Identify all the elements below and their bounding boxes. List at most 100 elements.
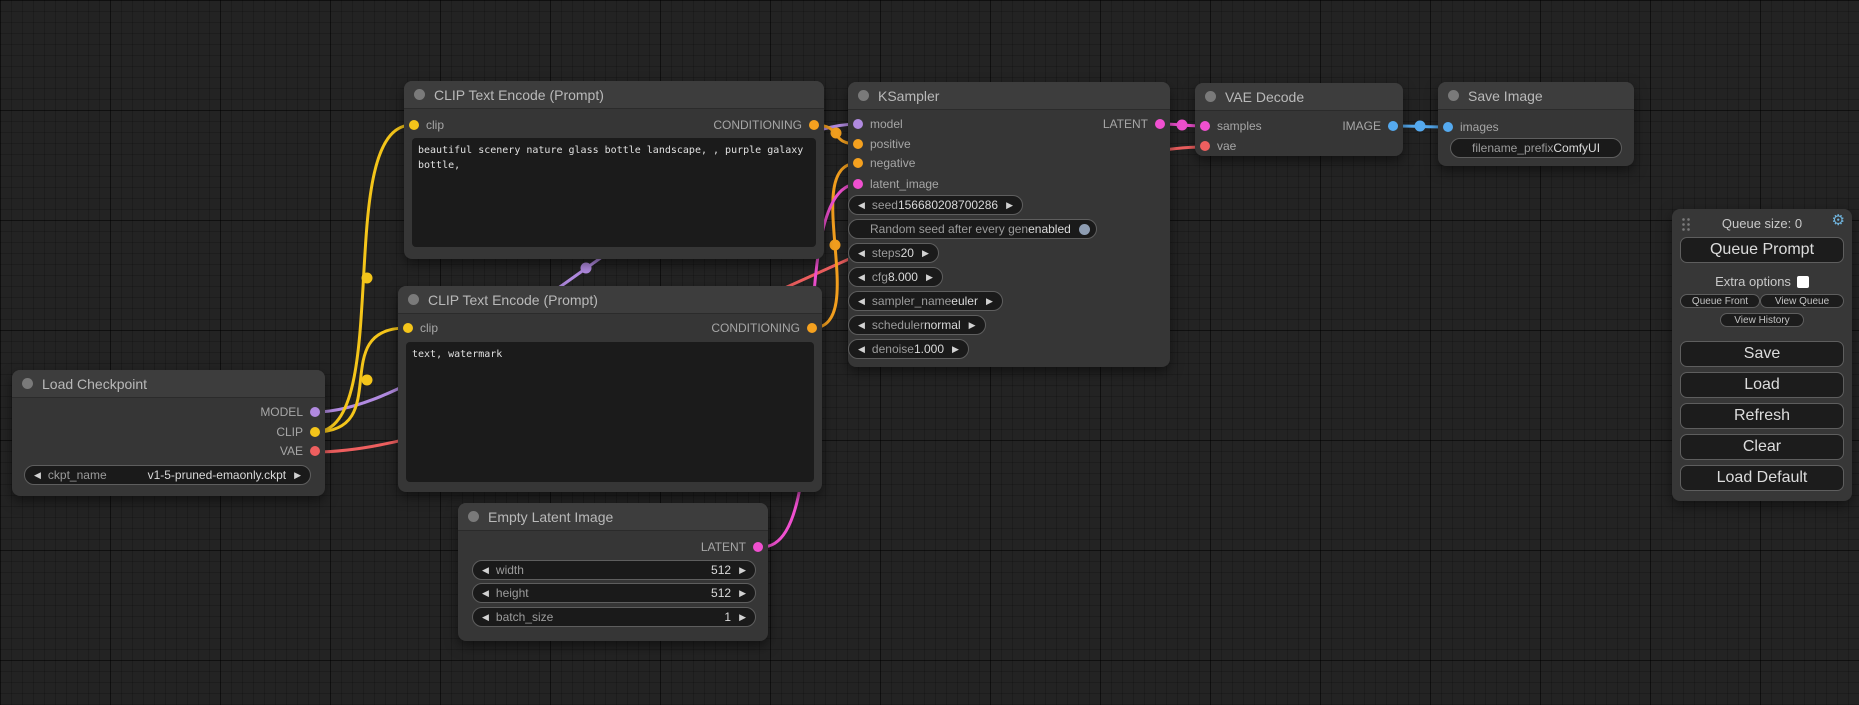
increment-arrow-icon[interactable]: ▶ (739, 613, 746, 622)
refresh-button[interactable]: Refresh (1680, 403, 1844, 429)
clip-port-icon[interactable] (409, 120, 419, 130)
increment-arrow-icon[interactable]: ▶ (739, 589, 746, 598)
node-ksampler[interactable]: KSampler model positive negative latent_… (848, 82, 1170, 367)
load-default-button[interactable]: Load Default (1680, 465, 1844, 491)
queue-front-button[interactable]: Queue Front (1680, 294, 1760, 308)
output-slot-clip[interactable]: CLIP (276, 424, 320, 440)
collapse-dot-icon[interactable] (408, 294, 419, 305)
cfg-stepper[interactable]: ◀ cfg 8.000 ▶ (848, 267, 943, 287)
conditioning-port-icon[interactable] (853, 158, 863, 168)
conditioning-port-icon[interactable] (807, 323, 817, 333)
decrement-arrow-icon[interactable]: ◀ (858, 273, 865, 282)
conditioning-port-icon[interactable] (853, 139, 863, 149)
extra-options-checkbox[interactable] (1797, 276, 1809, 288)
increment-arrow-icon[interactable]: ▶ (922, 249, 929, 258)
node-title-bar[interactable]: Empty Latent Image (458, 503, 768, 531)
view-history-button[interactable]: View History (1720, 313, 1804, 327)
latent-port-icon[interactable] (753, 542, 763, 552)
node-title-bar[interactable]: CLIP Text Encode (Prompt) (404, 81, 824, 109)
output-slot-image[interactable]: IMAGE (1342, 118, 1398, 134)
collapse-dot-icon[interactable] (1448, 90, 1459, 101)
increment-arrow-icon[interactable]: ▶ (1006, 201, 1013, 210)
node-clip-text-encode-positive[interactable]: CLIP Text Encode (Prompt) clip CONDITION… (404, 81, 824, 259)
collapse-dot-icon[interactable] (414, 89, 425, 100)
increment-arrow-icon[interactable]: ▶ (739, 566, 746, 575)
save-button[interactable]: Save (1680, 341, 1844, 367)
node-clip-text-encode-negative[interactable]: CLIP Text Encode (Prompt) clip CONDITION… (398, 286, 822, 492)
batch-size-stepper[interactable]: ◀ batch_size 1 ▶ (472, 607, 756, 627)
node-save-image[interactable]: Save Image images filename_prefix ComfyU… (1438, 82, 1634, 166)
increment-arrow-icon[interactable]: ▶ (986, 297, 993, 306)
output-slot-model[interactable]: MODEL (260, 404, 320, 420)
negative-prompt-textarea[interactable]: text, watermark (406, 342, 814, 482)
input-slot-latent-image[interactable]: latent_image (853, 176, 939, 192)
decrement-arrow-icon[interactable]: ◀ (482, 566, 489, 575)
random-seed-toggle[interactable]: Random seed after every gen enabled (848, 219, 1097, 239)
increment-arrow-icon[interactable]: ▶ (926, 273, 933, 282)
model-port-icon[interactable] (310, 407, 320, 417)
collapse-dot-icon[interactable] (468, 511, 479, 522)
node-vae-decode[interactable]: VAE Decode samples vae IMAGE (1195, 83, 1403, 156)
settings-gear-icon[interactable]: ⚙ (1832, 213, 1845, 228)
load-button[interactable]: Load (1680, 372, 1844, 398)
vae-port-icon[interactable] (310, 446, 320, 456)
node-load-checkpoint[interactable]: Load Checkpoint MODEL CLIP VAE ◀ ckpt_na… (12, 370, 325, 496)
clip-port-icon[interactable] (310, 427, 320, 437)
decrement-arrow-icon[interactable]: ◀ (858, 321, 865, 330)
node-title-bar[interactable]: VAE Decode (1195, 83, 1403, 111)
ckpt-name-combo[interactable]: ◀ ckpt_name v1-5-pruned-emaonly.ckpt ▶ (24, 465, 311, 485)
node-title-bar[interactable]: CLIP Text Encode (Prompt) (398, 286, 822, 314)
queue-prompt-button[interactable]: Queue Prompt (1680, 237, 1844, 263)
positive-prompt-textarea[interactable]: beautiful scenery nature glass bottle la… (412, 138, 816, 247)
latent-port-icon[interactable] (1155, 119, 1165, 129)
decrement-arrow-icon[interactable]: ◀ (858, 201, 865, 210)
clear-button[interactable]: Clear (1680, 434, 1844, 460)
height-stepper[interactable]: ◀ height 512 ▶ (472, 583, 756, 603)
node-empty-latent-image[interactable]: Empty Latent Image LATENT ◀ width 512 ▶ … (458, 503, 768, 641)
node-title-bar[interactable]: Load Checkpoint (12, 370, 325, 398)
decrement-arrow-icon[interactable]: ◀ (858, 249, 865, 258)
image-port-icon[interactable] (1388, 121, 1398, 131)
clip-port-icon[interactable] (403, 323, 413, 333)
collapse-dot-icon[interactable] (22, 378, 33, 389)
decrement-arrow-icon[interactable]: ◀ (482, 613, 489, 622)
output-slot-conditioning[interactable]: CONDITIONING (713, 117, 819, 133)
output-slot-conditioning[interactable]: CONDITIONING (711, 320, 817, 336)
denoise-stepper[interactable]: ◀ denoise 1.000 ▶ (848, 339, 969, 359)
collapse-dot-icon[interactable] (1205, 91, 1216, 102)
seed-stepper[interactable]: ◀ seed 156680208700286 ▶ (848, 195, 1023, 215)
increment-arrow-icon[interactable]: ▶ (294, 471, 301, 480)
input-slot-clip[interactable]: clip (409, 117, 444, 133)
output-slot-latent[interactable]: LATENT (701, 539, 763, 555)
model-port-icon[interactable] (853, 119, 863, 129)
filename-prefix-field[interactable]: filename_prefix ComfyUI (1450, 138, 1622, 158)
input-slot-vae[interactable]: vae (1200, 138, 1236, 154)
decrement-arrow-icon[interactable]: ◀ (482, 589, 489, 598)
input-slot-clip[interactable]: clip (403, 320, 438, 336)
decrement-arrow-icon[interactable]: ◀ (858, 297, 865, 306)
conditioning-port-icon[interactable] (809, 120, 819, 130)
decrement-arrow-icon[interactable]: ◀ (858, 345, 865, 354)
scheduler-combo[interactable]: ◀ scheduler normal ▶ (848, 315, 986, 335)
input-slot-images[interactable]: images (1443, 119, 1499, 135)
collapse-dot-icon[interactable] (858, 90, 869, 101)
node-title-bar[interactable]: Save Image (1438, 82, 1634, 110)
input-slot-samples[interactable]: samples (1200, 118, 1262, 134)
image-port-icon[interactable] (1443, 122, 1453, 132)
input-slot-negative[interactable]: negative (853, 155, 915, 171)
width-stepper[interactable]: ◀ width 512 ▶ (472, 560, 756, 580)
input-slot-model[interactable]: model (853, 116, 903, 132)
sampler-name-combo[interactable]: ◀ sampler_name euler ▶ (848, 291, 1003, 311)
latent-port-icon[interactable] (853, 179, 863, 189)
output-slot-latent[interactable]: LATENT (1103, 116, 1165, 132)
increment-arrow-icon[interactable]: ▶ (952, 345, 959, 354)
decrement-arrow-icon[interactable]: ◀ (34, 471, 41, 480)
latent-port-icon[interactable] (1200, 121, 1210, 131)
view-queue-button[interactable]: View Queue (1760, 294, 1844, 308)
vae-port-icon[interactable] (1200, 141, 1210, 151)
input-slot-positive[interactable]: positive (853, 136, 911, 152)
node-title-bar[interactable]: KSampler (848, 82, 1170, 110)
steps-stepper[interactable]: ◀ steps 20 ▶ (848, 243, 939, 263)
toggle-enabled-icon[interactable] (1079, 224, 1090, 235)
increment-arrow-icon[interactable]: ▶ (969, 321, 976, 330)
